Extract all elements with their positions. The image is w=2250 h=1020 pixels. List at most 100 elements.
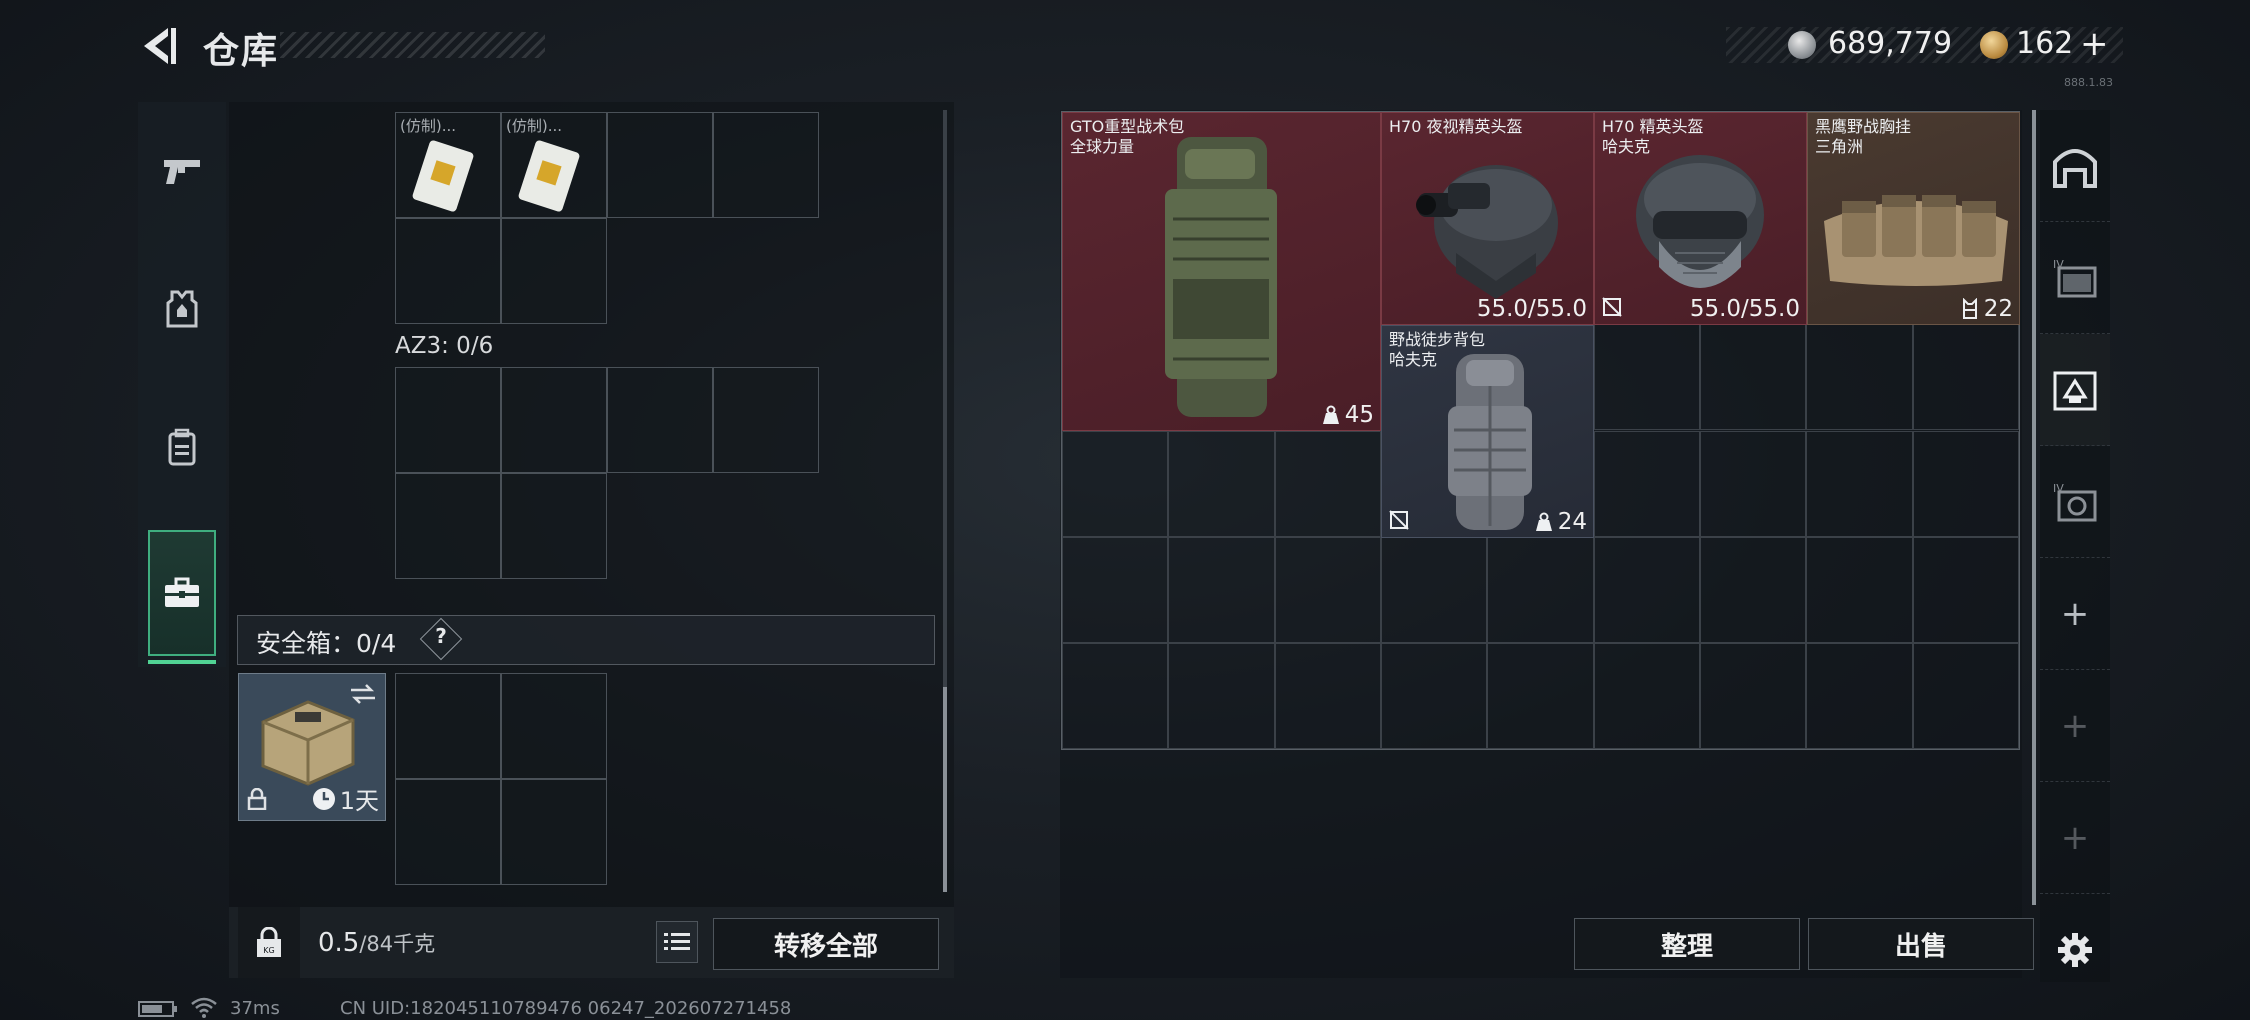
wifi-icon — [191, 997, 217, 1018]
weight-lock-icon: KG — [257, 926, 281, 957]
item-stat: 24 — [1557, 509, 1587, 535]
stash-cell[interactable] — [1487, 642, 1594, 749]
stash-cell[interactable] — [1381, 642, 1488, 749]
stash-cell[interactable] — [1062, 536, 1169, 643]
stash-item-h70-nv-helmet[interactable]: H70 夜视精英头盔 55.0/55.0 — [1381, 112, 1594, 325]
stash-cell[interactable] — [1274, 642, 1381, 749]
transfer-all-button[interactable]: 转移全部 — [713, 918, 939, 970]
item-durability: 55.0/55.0 — [1476, 296, 1587, 322]
stash-item-blackhawk-rig[interactable]: 黑鹰野战胸挂 三角洲 22 — [1807, 112, 2020, 325]
warehouse-icon — [2053, 148, 2097, 188]
stash-tab-4[interactable]: IV — [2040, 222, 2110, 334]
empty-slot[interactable] — [395, 473, 501, 579]
back-arrow-icon[interactable] — [138, 24, 178, 68]
empty-slot[interactable] — [501, 673, 607, 779]
stash-item-gto-backpack[interactable]: GTO重型战术包 全球力量 45 — [1062, 112, 1381, 431]
stash-cell[interactable] — [1168, 642, 1275, 749]
empty-slot[interactable] — [395, 218, 501, 324]
empty-slot[interactable] — [501, 367, 607, 473]
left-scroll-thumb[interactable] — [943, 687, 947, 892]
add-stash-button-locked[interactable]: + — [2040, 670, 2110, 782]
empty-slot[interactable] — [395, 779, 501, 885]
stash-item-h70-helmet[interactable]: H70 精英头盔 哈夫克 55.0/55.0 — [1594, 112, 1807, 325]
stash-cell[interactable] — [1593, 430, 1700, 537]
nav-tools[interactable] — [148, 530, 216, 664]
item-name: H70 夜视精英头盔 — [1389, 117, 1523, 136]
empty-slot[interactable] — [607, 112, 713, 218]
stash-cell[interactable] — [1700, 430, 1807, 537]
stash-cell[interactable] — [1593, 324, 1700, 431]
weight-max: /84千克 — [359, 932, 436, 956]
category-nav — [138, 102, 226, 667]
item-stat: 22 — [1983, 296, 2013, 322]
stash-cell[interactable] — [1274, 536, 1381, 643]
no-repair-icon — [1602, 297, 1622, 317]
empty-slot[interactable] — [395, 367, 501, 473]
stash-cell[interactable] — [1806, 430, 1913, 537]
item-durability: 55.0/55.0 — [1689, 296, 1800, 322]
empty-slot[interactable] — [501, 218, 607, 324]
add-gold-button[interactable]: + — [2080, 24, 2109, 64]
equipment-tab-icon — [2053, 371, 2097, 410]
weight-current: 0.5 — [318, 928, 360, 958]
help-text: ? — [435, 624, 447, 648]
safebox-label: 安全箱：0/4 — [256, 629, 397, 658]
stash-item-field-backpack[interactable]: 野战徒步背包 哈夫克 24 — [1381, 325, 1594, 538]
organize-button[interactable]: 整理 — [1574, 918, 1800, 970]
stash-tabs: IV IV + + + — [2040, 110, 2110, 982]
weight-lock[interactable]: KG — [238, 907, 300, 978]
stash-cell[interactable] — [1274, 430, 1381, 537]
empty-slot[interactable] — [607, 367, 713, 473]
list-view-button[interactable] — [656, 921, 698, 963]
empty-slot[interactable] — [713, 112, 819, 218]
empty-slot[interactable] — [713, 367, 819, 473]
nav-weapons[interactable] — [138, 102, 226, 240]
stash-cell[interactable] — [1062, 430, 1169, 537]
list-icon — [664, 933, 690, 950]
sell-button[interactable]: 出售 — [1808, 918, 2034, 970]
nav-armor[interactable] — [138, 240, 226, 378]
stash-tab-equipment[interactable] — [2040, 334, 2110, 446]
nav-backpacks[interactable] — [138, 378, 226, 516]
stash-cell[interactable] — [1487, 536, 1594, 643]
stash-cell[interactable] — [1806, 324, 1913, 431]
stash-cell[interactable] — [1593, 642, 1700, 749]
stash-cell[interactable] — [1700, 642, 1807, 749]
slot-filled[interactable]: (仿制)... — [395, 112, 501, 218]
clock-icon — [312, 787, 335, 810]
settings-button[interactable] — [2040, 894, 2110, 1006]
stash-cell[interactable] — [1912, 430, 2019, 537]
slot-filled[interactable]: (仿制)... — [501, 112, 607, 218]
stash-cell[interactable] — [1700, 536, 1807, 643]
empty-slot[interactable] — [395, 673, 501, 779]
stash-cell[interactable] — [1912, 324, 2019, 431]
stash-folder-icon: IV — [2053, 258, 2097, 297]
vest-icon — [1962, 298, 1977, 319]
secure-case-icon — [261, 700, 355, 786]
stash-cell[interactable] — [1062, 642, 1169, 749]
stash-scrollbar[interactable] — [2032, 110, 2036, 905]
add-stash-button[interactable]: + — [2040, 558, 2110, 670]
weight-icon — [1535, 512, 1552, 531]
stash-cell[interactable] — [1806, 642, 1913, 749]
empty-slot[interactable] — [501, 473, 607, 579]
no-repair-icon — [1389, 510, 1409, 530]
gold-coin-icon — [1980, 31, 2008, 59]
stash-tab-vault[interactable]: IV — [2040, 446, 2110, 558]
stash-cell[interactable] — [1912, 536, 2019, 643]
safebox-case[interactable]: 1天 — [238, 673, 386, 821]
stash-cell[interactable] — [1593, 536, 1700, 643]
stash-cell[interactable] — [1381, 536, 1488, 643]
add-stash-button-locked[interactable]: + — [2040, 782, 2110, 894]
stash-cell[interactable] — [1806, 536, 1913, 643]
ping: 37ms — [230, 998, 280, 1019]
stash-cell[interactable] — [1168, 536, 1275, 643]
stash-tab-home[interactable] — [2040, 110, 2110, 222]
stash-cell[interactable] — [1700, 324, 1807, 431]
stash-cell[interactable] — [1912, 642, 2019, 749]
stash-cell[interactable] — [1168, 430, 1275, 537]
empty-slot[interactable] — [501, 779, 607, 885]
swap-icon[interactable] — [349, 682, 377, 706]
toolbox-icon — [165, 577, 199, 607]
item-label: (仿制)... — [506, 117, 563, 135]
